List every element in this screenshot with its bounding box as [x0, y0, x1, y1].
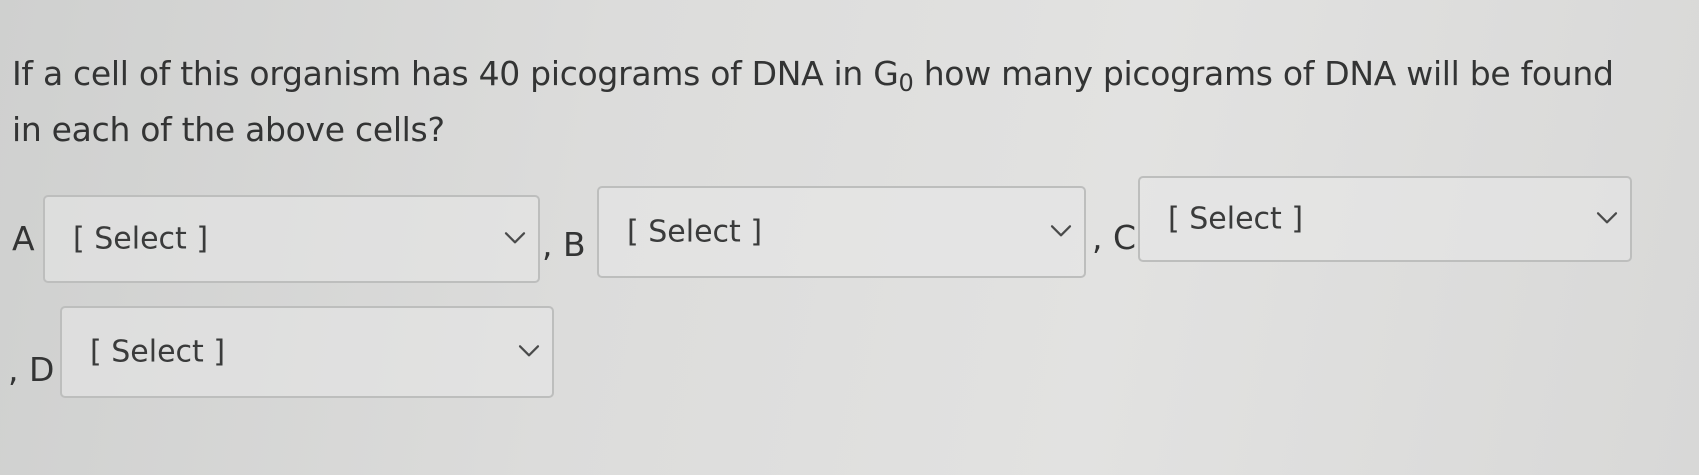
- chevron-down-icon: [1050, 224, 1072, 238]
- select-c-value: [ Select ]: [1168, 201, 1304, 237]
- select-a-value: [ Select ]: [73, 221, 209, 257]
- question-subscript: 0: [898, 69, 914, 97]
- select-a-dropdown[interactable]: [ Select ]: [43, 195, 540, 283]
- blank-c-label: , C: [1092, 218, 1137, 257]
- select-b-value: [ Select ]: [627, 214, 763, 250]
- chevron-down-icon: [504, 231, 526, 245]
- blank-b-label: , B: [542, 225, 586, 264]
- select-c-dropdown[interactable]: [ Select ]: [1138, 176, 1632, 262]
- select-b-dropdown[interactable]: [ Select ]: [597, 186, 1086, 278]
- question-text: If a cell of this organism has 40 picogr…: [12, 46, 1652, 158]
- question-text-part1: If a cell of this organism has 40 picogr…: [12, 54, 899, 93]
- chevron-down-icon: [518, 344, 540, 358]
- blank-d-label: , D: [8, 350, 55, 389]
- chevron-down-icon: [1596, 211, 1618, 225]
- blank-a-label: A: [12, 219, 35, 258]
- select-d-value: [ Select ]: [90, 334, 226, 370]
- select-d-dropdown[interactable]: [ Select ]: [60, 306, 554, 398]
